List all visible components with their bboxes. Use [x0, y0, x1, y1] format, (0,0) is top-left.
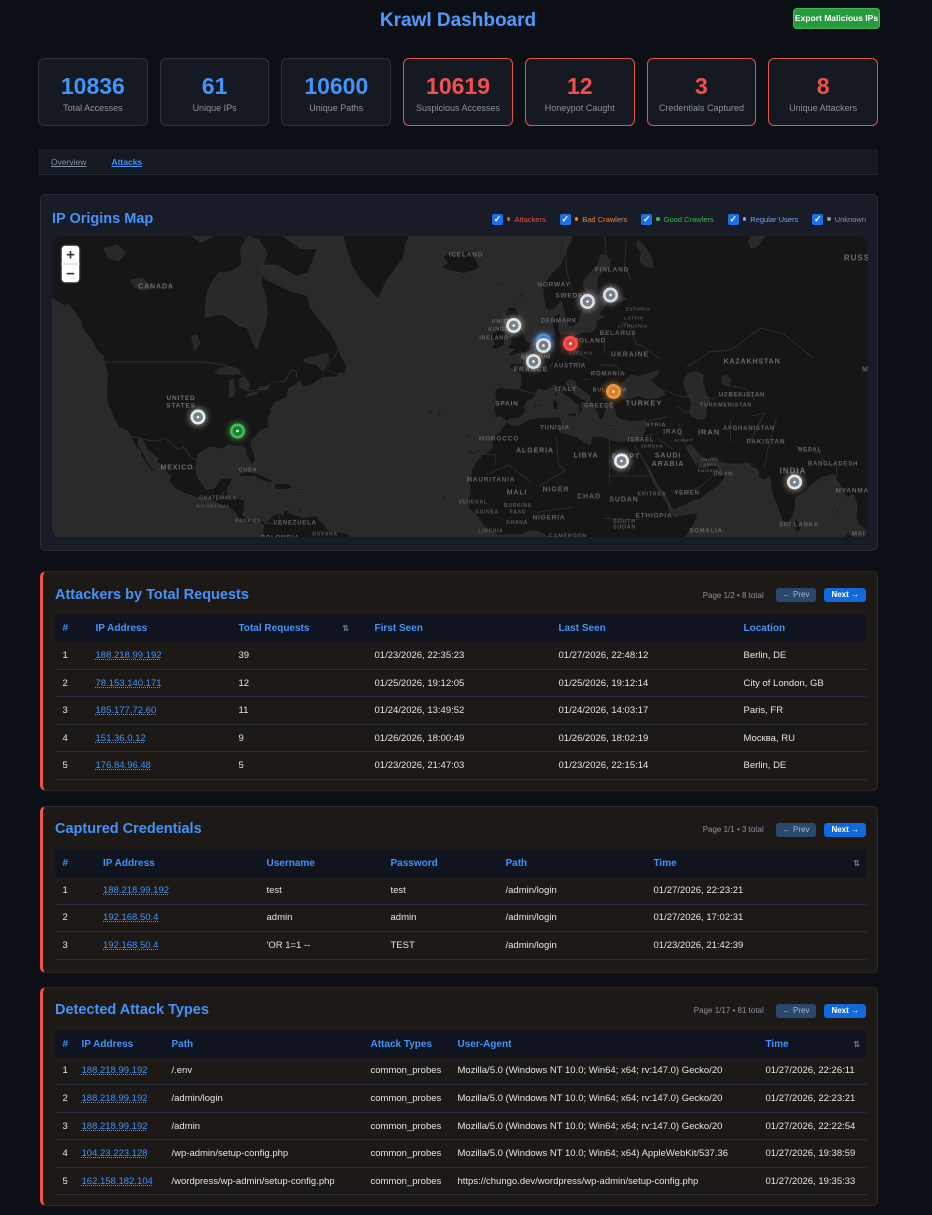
svg-text:TUNISIA: TUNISIA: [540, 426, 570, 432]
svg-text:MALAYSIA: MALAYSIA: [852, 532, 868, 538]
svg-text:IRAN: IRAN: [698, 428, 720, 437]
svg-text:NICARAGUA: NICARAGUA: [197, 504, 230, 509]
svg-text:MYANMAR: MYANMAR: [836, 488, 868, 495]
svg-text:GREECE: GREECE: [584, 404, 614, 410]
svg-text:PAKISTAN: PAKISTAN: [747, 439, 786, 446]
svg-text:IRAQ: IRAQ: [663, 429, 682, 436]
svg-text:NIGERIA: NIGERIA: [533, 515, 566, 522]
svg-text:SUDAN: SUDAN: [609, 497, 638, 504]
svg-text:LATVIA: LATVIA: [624, 316, 644, 321]
svg-text:LITHUANIA: LITHUANIA: [618, 324, 648, 329]
svg-text:SRI LANKA: SRI LANKA: [779, 523, 819, 529]
svg-text:LIBERIA: LIBERIA: [479, 529, 504, 535]
svg-text:FASO: FASO: [510, 510, 526, 516]
svg-text:TURKMENISTAN: TURKMENISTAN: [700, 403, 752, 409]
svg-text:OMAN: OMAN: [713, 472, 733, 478]
svg-text:IRELAND: IRELAND: [479, 336, 508, 342]
svg-text:ICELAND: ICELAND: [449, 252, 484, 259]
svg-text:STATES: STATES: [166, 403, 195, 410]
svg-text:SYRIA: SYRIA: [646, 423, 666, 429]
svg-text:JORDAN: JORDAN: [641, 444, 664, 449]
svg-text:CUBA: CUBA: [239, 468, 258, 474]
svg-text:ETHIOPIA: ETHIOPIA: [635, 513, 672, 520]
svg-text:BURKINA: BURKINA: [504, 503, 532, 509]
svg-text:MALI: MALI: [507, 490, 528, 497]
svg-text:ARAB: ARAB: [703, 462, 717, 467]
svg-text:UKRAINE: UKRAINE: [611, 352, 649, 359]
svg-text:NEPAL: NEPAL: [798, 448, 822, 454]
svg-text:+: +: [66, 247, 75, 264]
svg-text:NIGER: NIGER: [543, 487, 570, 494]
svg-text:ERITREA: ERITREA: [637, 492, 666, 498]
svg-text:ITALY: ITALY: [555, 386, 577, 393]
svg-text:GUYANA: GUYANA: [312, 532, 337, 538]
svg-text:DENMARK: DENMARK: [541, 319, 577, 325]
svg-text:LIBYA: LIBYA: [574, 453, 599, 460]
svg-text:VENEZUELA: VENEZUELA: [273, 521, 317, 527]
svg-text:SUDAN: SUDAN: [613, 525, 636, 531]
svg-text:SPAIN: SPAIN: [495, 401, 518, 408]
svg-text:MOROCCO: MOROCCO: [479, 436, 519, 443]
svg-text:ROMANIA: ROMANIA: [591, 372, 625, 378]
svg-text:ARABIA: ARABIA: [652, 461, 685, 468]
svg-text:YEMEN: YEMEN: [674, 491, 699, 497]
svg-text:GUATEMALA: GUATEMALA: [199, 496, 237, 502]
svg-text:ALGERIA: ALGERIA: [516, 448, 554, 455]
svg-text:KAZAKHSTAN: KAZAKHSTAN: [723, 359, 780, 366]
svg-text:TURKEY: TURKEY: [626, 399, 663, 408]
svg-text:UZBEKISTAN: UZBEKISTAN: [719, 393, 765, 399]
svg-text:RUSSIA: RUSSIA: [844, 254, 868, 263]
svg-text:PANAMA: PANAMA: [235, 519, 261, 525]
svg-text:NORWAY: NORWAY: [537, 282, 570, 289]
svg-text:MAURITANIA: MAURITANIA: [467, 477, 516, 484]
svg-text:GUINEA: GUINEA: [475, 510, 499, 516]
svg-text:−: −: [66, 266, 75, 283]
svg-text:SENEGAL: SENEGAL: [458, 500, 487, 506]
svg-text:CHAD: CHAD: [577, 494, 601, 501]
svg-text:CAMEROON: CAMEROON: [549, 534, 587, 538]
svg-text:GHANA: GHANA: [506, 520, 528, 526]
svg-text:BELARUS: BELARUS: [599, 330, 636, 337]
svg-text:ESTONIA: ESTONIA: [626, 307, 650, 312]
svg-text:UNITED: UNITED: [167, 395, 196, 402]
svg-text:SOMALIA: SOMALIA: [689, 529, 722, 535]
svg-text:CANADA: CANADA: [138, 284, 174, 291]
svg-text:AUSTRIA: AUSTRIA: [554, 364, 586, 370]
svg-text:MEXICO: MEXICO: [160, 465, 193, 472]
svg-text:MONGOLIA: MONGOLIA: [862, 367, 868, 374]
svg-text:KUWAIT: KUWAIT: [675, 438, 694, 443]
svg-text:SAUDI: SAUDI: [655, 453, 681, 460]
svg-text:BANGLADESH: BANGLADESH: [808, 462, 858, 468]
svg-text:COLOMBIA: COLOMBIA: [260, 536, 299, 538]
svg-text:FINLAND: FINLAND: [595, 267, 629, 274]
svg-text:AFGHANISTAN: AFGHANISTAN: [723, 426, 775, 432]
